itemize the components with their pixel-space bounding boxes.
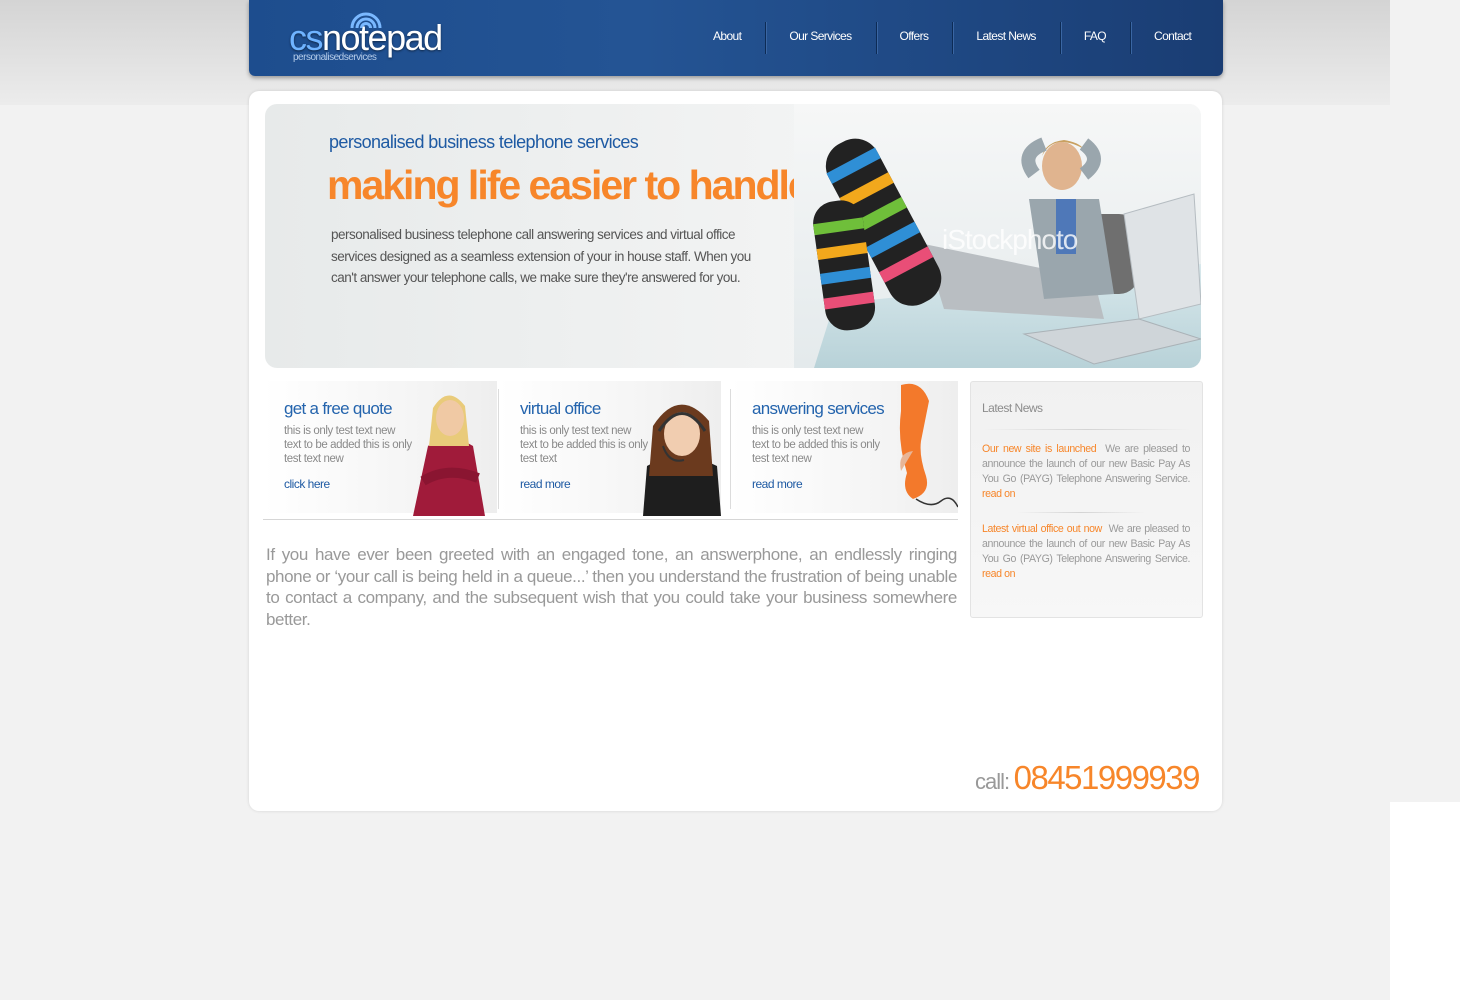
news-divider <box>1016 512 1146 513</box>
content-panel: personalised business telephone services… <box>249 91 1222 811</box>
read-more-link[interactable]: read more <box>520 477 571 491</box>
hero-banner: personalised business telephone services… <box>265 104 1201 368</box>
site-header: csnotepad personalisedservices About Our… <box>249 0 1223 76</box>
intro-paragraph: If you have ever been greeted with an en… <box>266 545 957 629</box>
read-on-link[interactable]: read on <box>982 488 1016 500</box>
hero-description: personalised business telephone call ans… <box>331 227 751 285</box>
call-number-block: call: 08451999939 <box>975 759 1201 797</box>
feature-title: answering services <box>752 399 885 418</box>
feature-answering-services: answering services this is only test tex… <box>731 381 958 513</box>
news-divider <box>982 429 1192 430</box>
nav-our-services[interactable]: Our Services <box>765 22 875 54</box>
feature-boxes: get a free quote this is only test text … <box>263 381 958 520</box>
feature-title: virtual office <box>520 399 601 418</box>
nav-latest-news[interactable]: Latest News <box>952 22 1059 54</box>
nav-faq[interactable]: FAQ <box>1059 22 1130 54</box>
feature-virtual-office: virtual office this is only test text ne… <box>499 381 721 516</box>
call-agent-photo <box>643 404 721 516</box>
hero-title: making life easier to handle <box>327 162 811 208</box>
feature-text: this is only test text new text to be ad… <box>752 425 880 465</box>
feature-free-quote: get a free quote this is only test text … <box>263 381 497 516</box>
nav-offers[interactable]: Offers <box>875 22 953 54</box>
main-nav: About Our Services Offers Latest News FA… <box>689 22 1215 54</box>
feature-title: get a free quote <box>284 399 393 418</box>
read-more-link[interactable]: read more <box>752 477 803 491</box>
news-item: Our new site is launched We are pleased … <box>982 442 1190 502</box>
hero-photo-businessman: iStockphoto <box>794 104 1201 368</box>
latest-news-box: Latest News Our new site is launched We … <box>970 381 1203 618</box>
nav-about[interactable]: About <box>689 22 765 54</box>
call-label: call: <box>975 769 1010 794</box>
phone-handset-icon <box>899 383 958 508</box>
news-item: Latest virtual office out now We are ple… <box>982 522 1190 582</box>
hero-subtitle: personalised business telephone services <box>329 132 639 152</box>
photo-watermark: iStockphoto <box>942 224 1078 255</box>
logo-tagline: personalisedservices <box>293 52 377 63</box>
click-here-link[interactable]: click here <box>284 477 330 491</box>
phone-number[interactable]: 08451999939 <box>1014 759 1201 796</box>
feature-text: this is only test text new text to be ad… <box>520 425 648 465</box>
read-on-link[interactable]: read on <box>982 568 1016 580</box>
nav-contact[interactable]: Contact <box>1130 22 1215 54</box>
site-logo[interactable]: csnotepad personalisedservices <box>289 4 469 64</box>
news-headline[interactable]: Latest virtual office out now <box>982 523 1102 535</box>
news-headline[interactable]: Our new site is launched <box>982 443 1097 455</box>
feature-text: this is only test text new text to be ad… <box>284 425 412 465</box>
news-title: Latest News <box>982 401 1043 415</box>
businesswoman-photo <box>413 395 485 516</box>
page-background-corner <box>1390 802 1460 1000</box>
